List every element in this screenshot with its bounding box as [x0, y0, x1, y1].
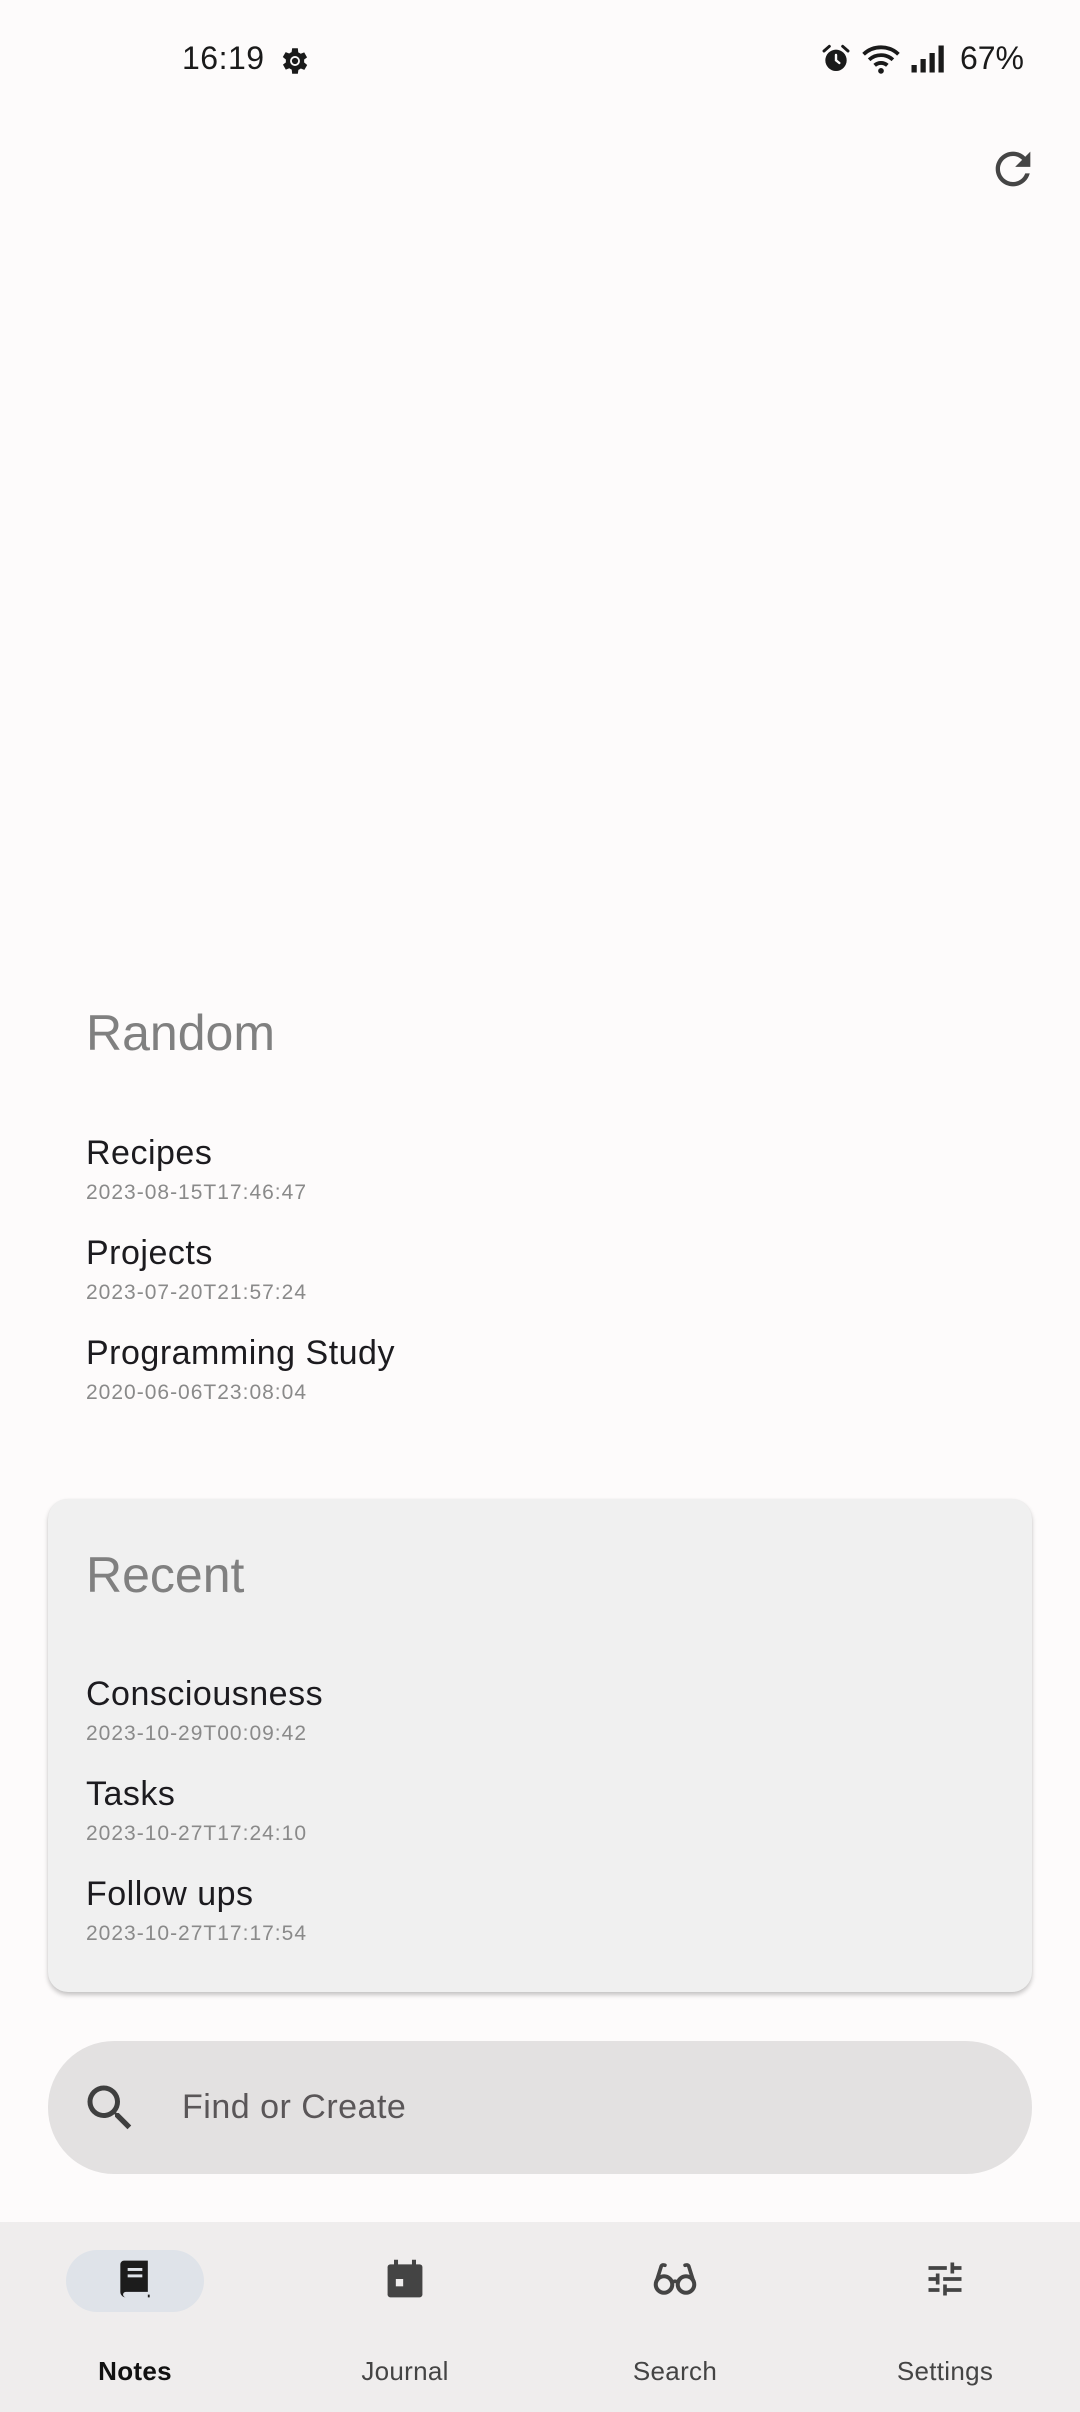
settings-gear-icon — [278, 44, 312, 78]
note-title: Follow ups — [86, 1875, 254, 1913]
alarm-icon — [820, 43, 852, 75]
search-icon — [80, 2078, 140, 2138]
status-time: 16:19 — [182, 40, 265, 76]
search-input[interactable] — [180, 2087, 944, 2128]
note-date: 2023-10-29T00:09:42 — [86, 1722, 307, 1745]
nav-active-indicator — [66, 2250, 204, 2312]
refresh-button[interactable] — [984, 142, 1042, 200]
nav-label: Journal — [361, 2356, 449, 2386]
signal-icon — [910, 44, 946, 74]
note-date: 2023-10-27T17:24:10 — [86, 1822, 307, 1845]
book-icon — [113, 2257, 157, 2306]
note-title: Consciousness — [86, 1675, 324, 1713]
nav-item-journal[interactable]: Journal — [270, 2222, 540, 2412]
wifi-icon — [862, 43, 900, 75]
search-bar[interactable] — [48, 2041, 1032, 2174]
recent-note-item[interactable]: Consciousness 2023-10-29T00:09:42 — [86, 1674, 323, 1746]
random-note-item[interactable]: Programming Study 2020-06-06T23:08:04 — [86, 1333, 395, 1405]
random-note-item[interactable]: Recipes 2023-08-15T17:46:47 — [86, 1133, 307, 1205]
random-note-item[interactable]: Projects 2023-07-20T21:57:24 — [86, 1233, 307, 1305]
recent-note-item[interactable]: Tasks 2023-10-27T17:24:10 — [86, 1774, 307, 1846]
note-date: 2023-08-15T17:46:47 — [86, 1181, 307, 1204]
note-date: 2023-07-20T21:57:24 — [86, 1281, 307, 1304]
note-title: Recipes — [86, 1134, 213, 1172]
note-title: Tasks — [86, 1775, 176, 1813]
glasses-icon — [651, 2257, 699, 2306]
random-section-title: Random — [86, 1005, 275, 1061]
nav-icon-wrap — [876, 2250, 1014, 2312]
note-title: Projects — [86, 1234, 213, 1272]
note-date: 2020-06-06T23:08:04 — [86, 1381, 307, 1404]
nav-item-settings[interactable]: Settings — [810, 2222, 1080, 2412]
recent-note-item[interactable]: Follow ups 2023-10-27T17:17:54 — [86, 1874, 307, 1946]
nav-label: Search — [632, 2356, 718, 2386]
sliders-icon — [923, 2257, 967, 2306]
nav-icon-wrap — [336, 2250, 474, 2312]
nav-item-notes[interactable]: Notes — [0, 2222, 270, 2412]
nav-label: Notes — [98, 2356, 172, 2386]
battery-level: 67% — [959, 40, 1024, 76]
nav-item-search[interactable]: Search — [540, 2222, 810, 2412]
recent-section-title: Recent — [86, 1547, 245, 1603]
note-date: 2023-10-27T17:17:54 — [86, 1922, 307, 1945]
nav-icon-wrap — [606, 2250, 744, 2312]
calendar-icon — [383, 2257, 427, 2306]
note-title: Programming Study — [86, 1334, 395, 1372]
refresh-icon — [987, 143, 1039, 200]
nav-label: Settings — [896, 2356, 994, 2386]
bottom-navigation: Notes Journal Search Settings — [0, 2222, 1080, 2412]
